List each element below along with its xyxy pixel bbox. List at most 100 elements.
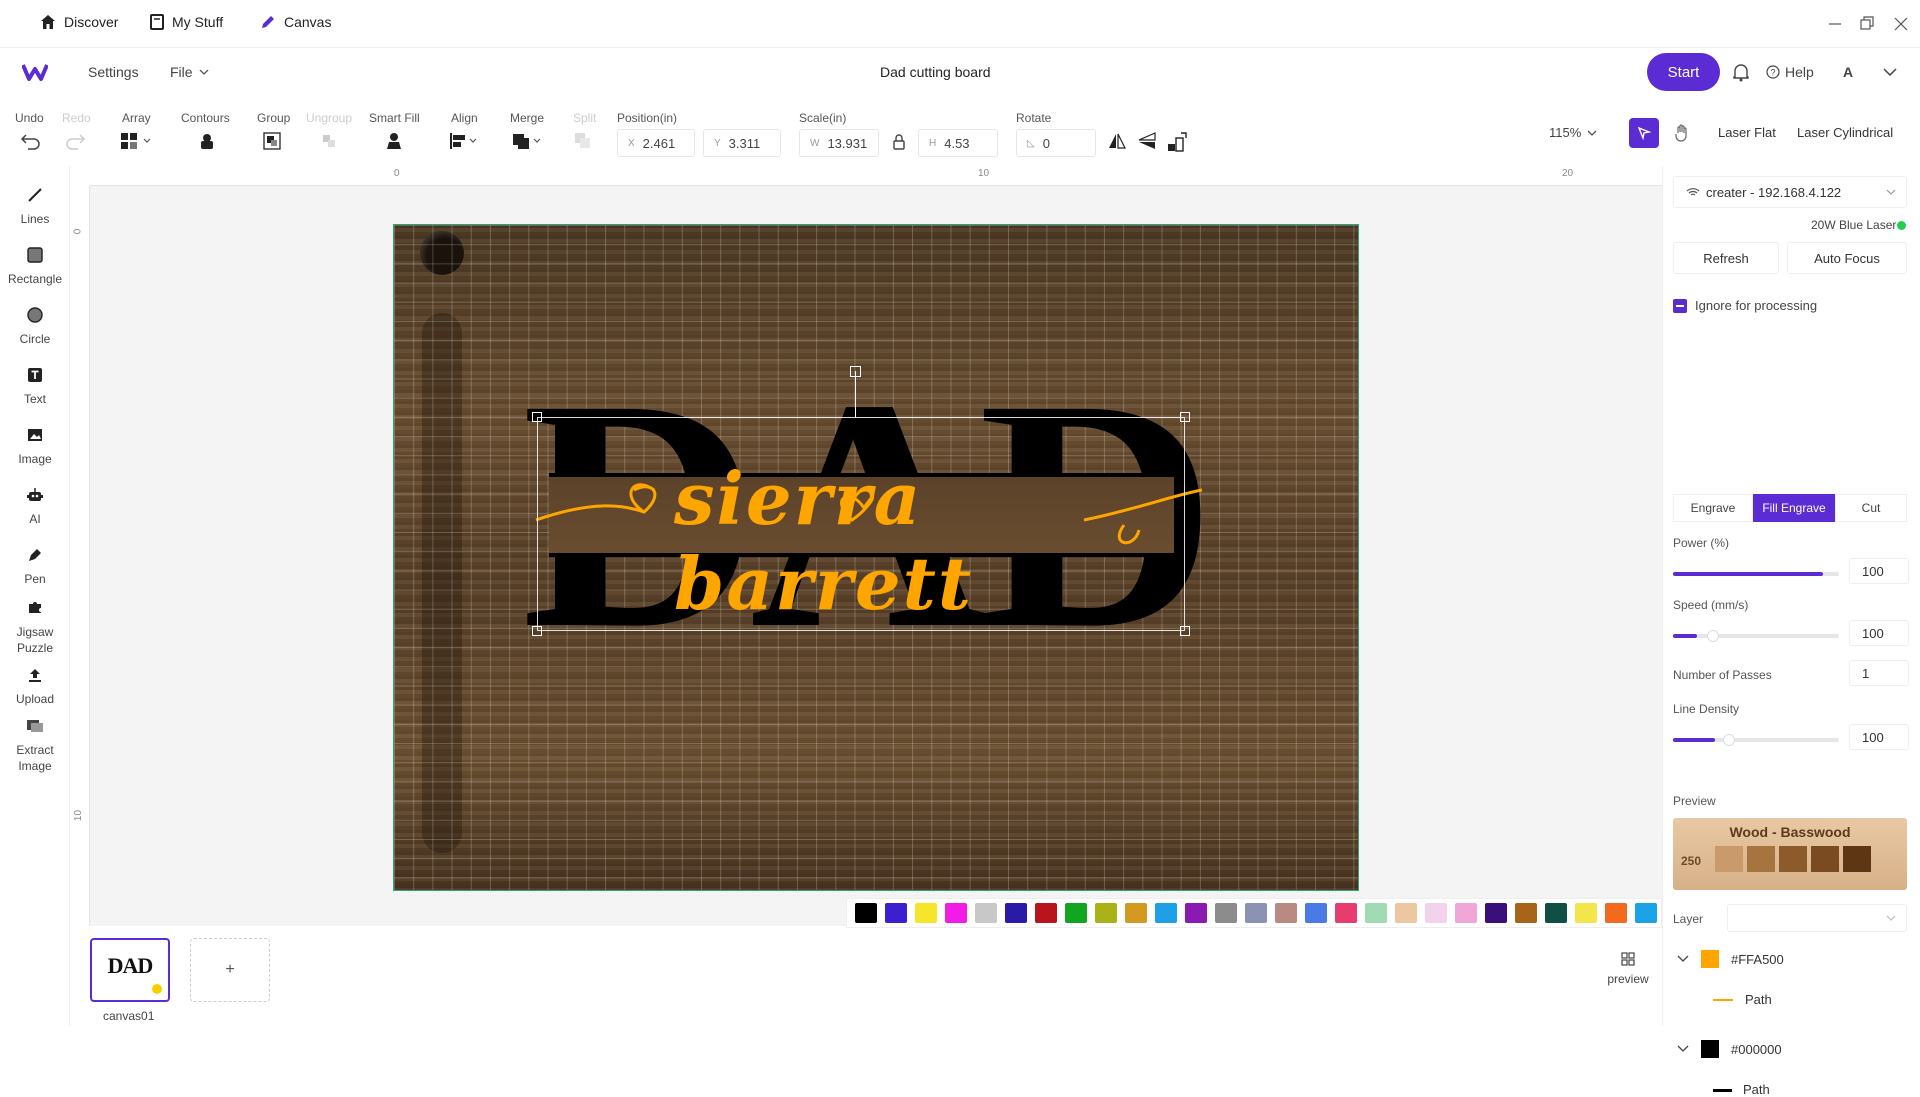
color-swatch-24[interactable] xyxy=(1545,903,1567,923)
add-canvas-button[interactable]: + xyxy=(190,938,270,1002)
speed-slider[interactable] xyxy=(1673,630,1839,642)
color-swatch-17[interactable] xyxy=(1335,903,1357,923)
color-swatch-10[interactable] xyxy=(1125,903,1147,923)
rotate-field[interactable]: ◺ 0 xyxy=(1016,129,1096,157)
lock-icon[interactable] xyxy=(892,134,906,150)
settings-menu[interactable]: Settings xyxy=(88,64,139,80)
color-swatch-1[interactable] xyxy=(855,903,877,923)
selection-box[interactable] xyxy=(537,417,1185,631)
group-icon[interactable] xyxy=(263,132,281,152)
tool-jigsaw-puzzle[interactable]: Jigsaw Puzzle xyxy=(0,596,70,656)
color-swatch-5[interactable] xyxy=(975,903,997,923)
tool-rectangle[interactable]: Rectangle xyxy=(0,244,70,286)
tool-extract-image[interactable]: Extract Image xyxy=(0,714,70,774)
nav-discover[interactable]: Discover xyxy=(40,14,118,30)
tool-circle[interactable]: Circle xyxy=(0,304,70,346)
color-swatch-26[interactable] xyxy=(1605,903,1627,923)
resize-handle-br[interactable] xyxy=(1180,626,1190,636)
nav-canvas[interactable]: Canvas xyxy=(260,14,331,30)
color-swatch-11[interactable] xyxy=(1155,903,1177,923)
color-swatch-12[interactable] xyxy=(1185,903,1207,923)
undo-icon[interactable] xyxy=(20,132,42,152)
power-value-field[interactable]: 100 xyxy=(1849,558,1909,584)
arrange-icon[interactable] xyxy=(1167,132,1187,152)
color-swatch-13[interactable] xyxy=(1215,903,1237,923)
position-y-field[interactable]: Y 3.311 xyxy=(703,129,781,157)
color-swatch-8[interactable] xyxy=(1065,903,1087,923)
flip-horizontal-icon[interactable] xyxy=(1107,132,1127,152)
tab-engrave[interactable]: Engrave xyxy=(1673,494,1753,522)
restore-button[interactable] xyxy=(1857,14,1877,34)
tool-lines[interactable]: Lines xyxy=(0,184,70,226)
rotate-handle[interactable] xyxy=(850,366,861,377)
layer-select[interactable] xyxy=(1727,904,1907,932)
array-icon[interactable] xyxy=(120,132,156,152)
color-swatch-19[interactable] xyxy=(1395,903,1417,923)
color-swatch-18[interactable] xyxy=(1365,903,1387,923)
color-swatch-15[interactable] xyxy=(1275,903,1297,923)
tool-image[interactable]: Image xyxy=(0,424,70,466)
layer-black[interactable]: #000000 xyxy=(1677,1040,1782,1058)
color-swatch-7[interactable] xyxy=(1035,903,1057,923)
ignore-processing-checkbox[interactable]: Ignore for processing xyxy=(1673,298,1817,313)
layer-orange-path[interactable]: Path xyxy=(1713,992,1772,1007)
power-slider[interactable] xyxy=(1673,572,1839,576)
laser-cylindrical-mode[interactable]: Laser Cylindrical xyxy=(1797,125,1893,140)
refresh-button[interactable]: Refresh xyxy=(1673,242,1779,274)
resize-handle-bl[interactable] xyxy=(532,626,542,636)
smart-fill-icon[interactable] xyxy=(385,132,403,152)
color-swatch-21[interactable] xyxy=(1455,903,1477,923)
account-chevron-icon[interactable] xyxy=(1883,68,1897,76)
color-swatch-6[interactable] xyxy=(1005,903,1027,923)
minimize-button[interactable] xyxy=(1825,14,1845,34)
hand-icon[interactable] xyxy=(1674,124,1690,142)
start-button[interactable]: Start xyxy=(1647,53,1720,91)
resize-handle-tl[interactable] xyxy=(532,412,542,422)
scale-h-field[interactable]: H 4.53 xyxy=(918,129,998,157)
auto-focus-button[interactable]: Auto Focus xyxy=(1787,242,1907,274)
nav-my-stuff[interactable]: My Stuff xyxy=(150,14,223,30)
color-swatch-9[interactable] xyxy=(1095,903,1117,923)
color-swatch-22[interactable] xyxy=(1485,903,1507,923)
preview-button[interactable]: preview xyxy=(1604,952,1652,986)
merge-icon[interactable] xyxy=(512,132,546,152)
color-swatch-4[interactable] xyxy=(945,903,967,923)
tool-pen[interactable]: Pen xyxy=(0,544,70,586)
close-button[interactable] xyxy=(1891,14,1911,34)
resize-handle-tr[interactable] xyxy=(1180,412,1190,422)
select-tool-button[interactable] xyxy=(1629,118,1659,148)
color-swatch-23[interactable] xyxy=(1515,903,1537,923)
layer-black-path[interactable]: ▬▬ Path xyxy=(1713,1082,1770,1097)
cutting-board-image[interactable]: DAD sierra barrett xyxy=(393,224,1359,891)
position-x-field[interactable]: X 2.461 xyxy=(617,129,695,157)
account-avatar[interactable]: A xyxy=(1843,64,1853,80)
flip-vertical-icon[interactable] xyxy=(1137,132,1157,152)
scale-w-field[interactable]: W 13.931 xyxy=(799,129,879,157)
tab-fill-engrave[interactable]: Fill Engrave xyxy=(1753,494,1835,522)
color-swatch-16[interactable] xyxy=(1305,903,1327,923)
passes-value-field[interactable]: 1 xyxy=(1849,660,1909,686)
zoom-select[interactable]: 115% xyxy=(1549,125,1597,140)
speed-value-field[interactable]: 100 xyxy=(1849,620,1909,646)
align-icon[interactable] xyxy=(450,132,482,152)
laser-flat-mode[interactable]: Laser Flat xyxy=(1718,125,1776,140)
canvas-thumbnail[interactable]: DAD xyxy=(90,938,170,1002)
line-density-value-field[interactable]: 100 xyxy=(1849,724,1909,750)
bell-icon[interactable] xyxy=(1732,62,1750,82)
contours-icon[interactable] xyxy=(198,132,216,152)
color-swatch-25[interactable] xyxy=(1575,903,1597,923)
help-button[interactable]: ? Help xyxy=(1766,64,1814,80)
color-swatch-3[interactable] xyxy=(915,903,937,923)
color-swatch-2[interactable] xyxy=(885,903,907,923)
file-menu[interactable]: File xyxy=(170,64,209,80)
layer-orange[interactable]: #FFA500 xyxy=(1677,950,1784,968)
device-select[interactable]: creater - 192.168.4.122 xyxy=(1673,176,1907,208)
color-swatch-20[interactable] xyxy=(1425,903,1447,923)
tool-upload[interactable]: Upload xyxy=(0,664,70,706)
tool-text[interactable]: Text xyxy=(0,364,70,406)
tool-ai[interactable]: AI xyxy=(0,484,70,526)
tab-cut[interactable]: Cut xyxy=(1835,494,1907,522)
color-swatch-27[interactable] xyxy=(1635,903,1657,923)
line-density-slider[interactable] xyxy=(1673,734,1839,746)
color-swatch-14[interactable] xyxy=(1245,903,1267,923)
